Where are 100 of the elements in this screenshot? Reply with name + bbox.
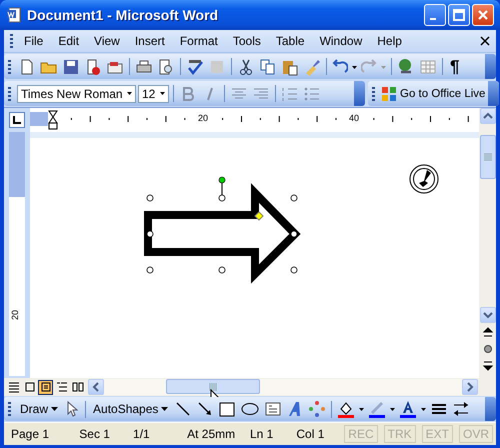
status-text: Col 1 [295, 427, 326, 441]
status-indicator: REC [344, 425, 378, 443]
font-size: 12 [142, 86, 156, 100]
previous-page-icon[interactable] [482, 327, 492, 337]
grip-icon[interactable] [10, 34, 13, 48]
status-text: At 25mm [186, 427, 236, 441]
font-color-icon[interactable] [399, 400, 418, 418]
office-live-button[interactable]: Go to Office Live [381, 86, 486, 102]
next-page-icon[interactable] [482, 361, 492, 371]
ruler-label: 20 [10, 310, 20, 320]
status-text: Ln 1 [248, 427, 274, 441]
status-indicator: OVR [458, 425, 493, 443]
line-color-icon[interactable] [368, 400, 386, 418]
view-button[interactable] [70, 380, 85, 394]
text-box-icon[interactable] [264, 400, 282, 418]
grip-icon [209, 382, 217, 390]
adjustment-handle[interactable] [254, 211, 264, 221]
undo-icon[interactable] [332, 58, 348, 76]
ruler-label: 40 [349, 113, 360, 123]
spelling-icon[interactable] [186, 58, 204, 76]
fill-color-icon[interactable] [337, 400, 356, 418]
menu-item[interactable]: Table [268, 32, 313, 50]
autoshapes-menu-button[interactable]: AutoShapes [90, 402, 172, 416]
sizing-handle[interactable] [218, 194, 226, 202]
scroll-right-button[interactable] [462, 379, 478, 395]
document-icon [6, 7, 22, 23]
save-icon[interactable] [62, 58, 80, 76]
sizing-handle[interactable] [146, 194, 154, 202]
window-title: Document1 - Microsoft Word [27, 7, 220, 23]
menu-item[interactable]: File [17, 32, 52, 50]
oval-icon[interactable] [240, 400, 260, 418]
close-button[interactable] [472, 4, 494, 26]
scroll-left-button[interactable] [88, 379, 104, 395]
copy-icon[interactable] [259, 58, 277, 76]
tab-selector-button[interactable] [9, 112, 25, 128]
print-preview-icon[interactable] [157, 58, 175, 76]
view-mode-icon [24, 381, 36, 393]
select-browse-object-icon[interactable] [482, 344, 492, 354]
menu-item[interactable]: Format [172, 32, 226, 50]
font-name: Times New Roman [21, 86, 123, 100]
toolbar-options-icon[interactable] [488, 81, 500, 106]
sizing-handle[interactable] [146, 230, 154, 238]
minimize-button[interactable] [424, 4, 446, 26]
view-mode-icon [40, 381, 52, 393]
show-formatting-button[interactable]: ¶ [447, 56, 462, 76]
ruler-margin [30, 112, 48, 126]
status-text: 1/1 [132, 427, 151, 441]
left-tab-icon [12, 115, 22, 125]
sizing-handle[interactable] [290, 230, 298, 238]
maximize-icon [453, 9, 465, 21]
scrollbar-thumb[interactable] [480, 135, 496, 179]
menu-item[interactable]: Insert [128, 32, 173, 50]
caret-icon [51, 406, 58, 412]
scroll-up-button[interactable] [480, 108, 496, 124]
diagram-icon[interactable] [308, 400, 326, 418]
grip-icon[interactable] [372, 86, 375, 100]
sizing-handle[interactable] [290, 194, 298, 202]
maximize-button[interactable] [448, 4, 470, 26]
menu-item[interactable]: View [87, 32, 128, 50]
arrow-style-icon[interactable] [452, 400, 470, 418]
dropdown-arrow-icon [160, 92, 165, 95]
grip-icon[interactable] [8, 86, 11, 100]
menu-item[interactable]: Edit [51, 32, 88, 50]
cut-icon[interactable] [237, 58, 255, 76]
minimize-icon [430, 18, 436, 20]
sizing-handle[interactable] [218, 266, 226, 274]
close-icon[interactable] [480, 36, 490, 46]
grip-icon[interactable] [8, 60, 11, 74]
sizing-handle[interactable] [146, 266, 154, 274]
indent-marker[interactable] [48, 110, 58, 130]
rectangle-icon[interactable] [218, 400, 236, 418]
menu-item[interactable]: Tools [226, 32, 269, 50]
status-indicator: EXT [422, 425, 453, 443]
font-size-dropdown[interactable]: 12 [138, 84, 169, 102]
print-icon[interactable] [135, 58, 153, 76]
scrollbar-thumb[interactable] [166, 379, 260, 394]
grip-icon[interactable] [8, 402, 11, 416]
sizing-handle[interactable] [290, 266, 298, 274]
dropdown-arrow-icon [127, 92, 132, 95]
status-indicator: TRK [384, 425, 416, 443]
status-text: Sec 1 [78, 427, 111, 441]
view-mode-icon [8, 381, 20, 393]
view-button[interactable] [6, 380, 21, 394]
scroll-down-button[interactable] [480, 307, 496, 323]
draw-menu-button[interactable]: Draw [17, 402, 62, 416]
menu-item[interactable]: Help [370, 32, 410, 50]
close-icon [477, 9, 489, 21]
status-text: Page 1 [10, 427, 50, 441]
menu-item[interactable]: Window [312, 32, 370, 50]
view-mode-icon [72, 381, 84, 393]
grip-icon [484, 153, 492, 161]
rotation-handle[interactable] [218, 176, 226, 196]
ruler-label: 20 [198, 113, 208, 123]
view-button[interactable] [38, 380, 53, 394]
caret-icon [161, 406, 168, 412]
font-dropdown[interactable]: Times New Roman [17, 84, 136, 102]
block-arrow-shape[interactable] [144, 183, 301, 284]
view-button[interactable] [54, 380, 69, 394]
view-mode-icon [56, 381, 68, 393]
rotate-cursor-icon [410, 164, 438, 194]
